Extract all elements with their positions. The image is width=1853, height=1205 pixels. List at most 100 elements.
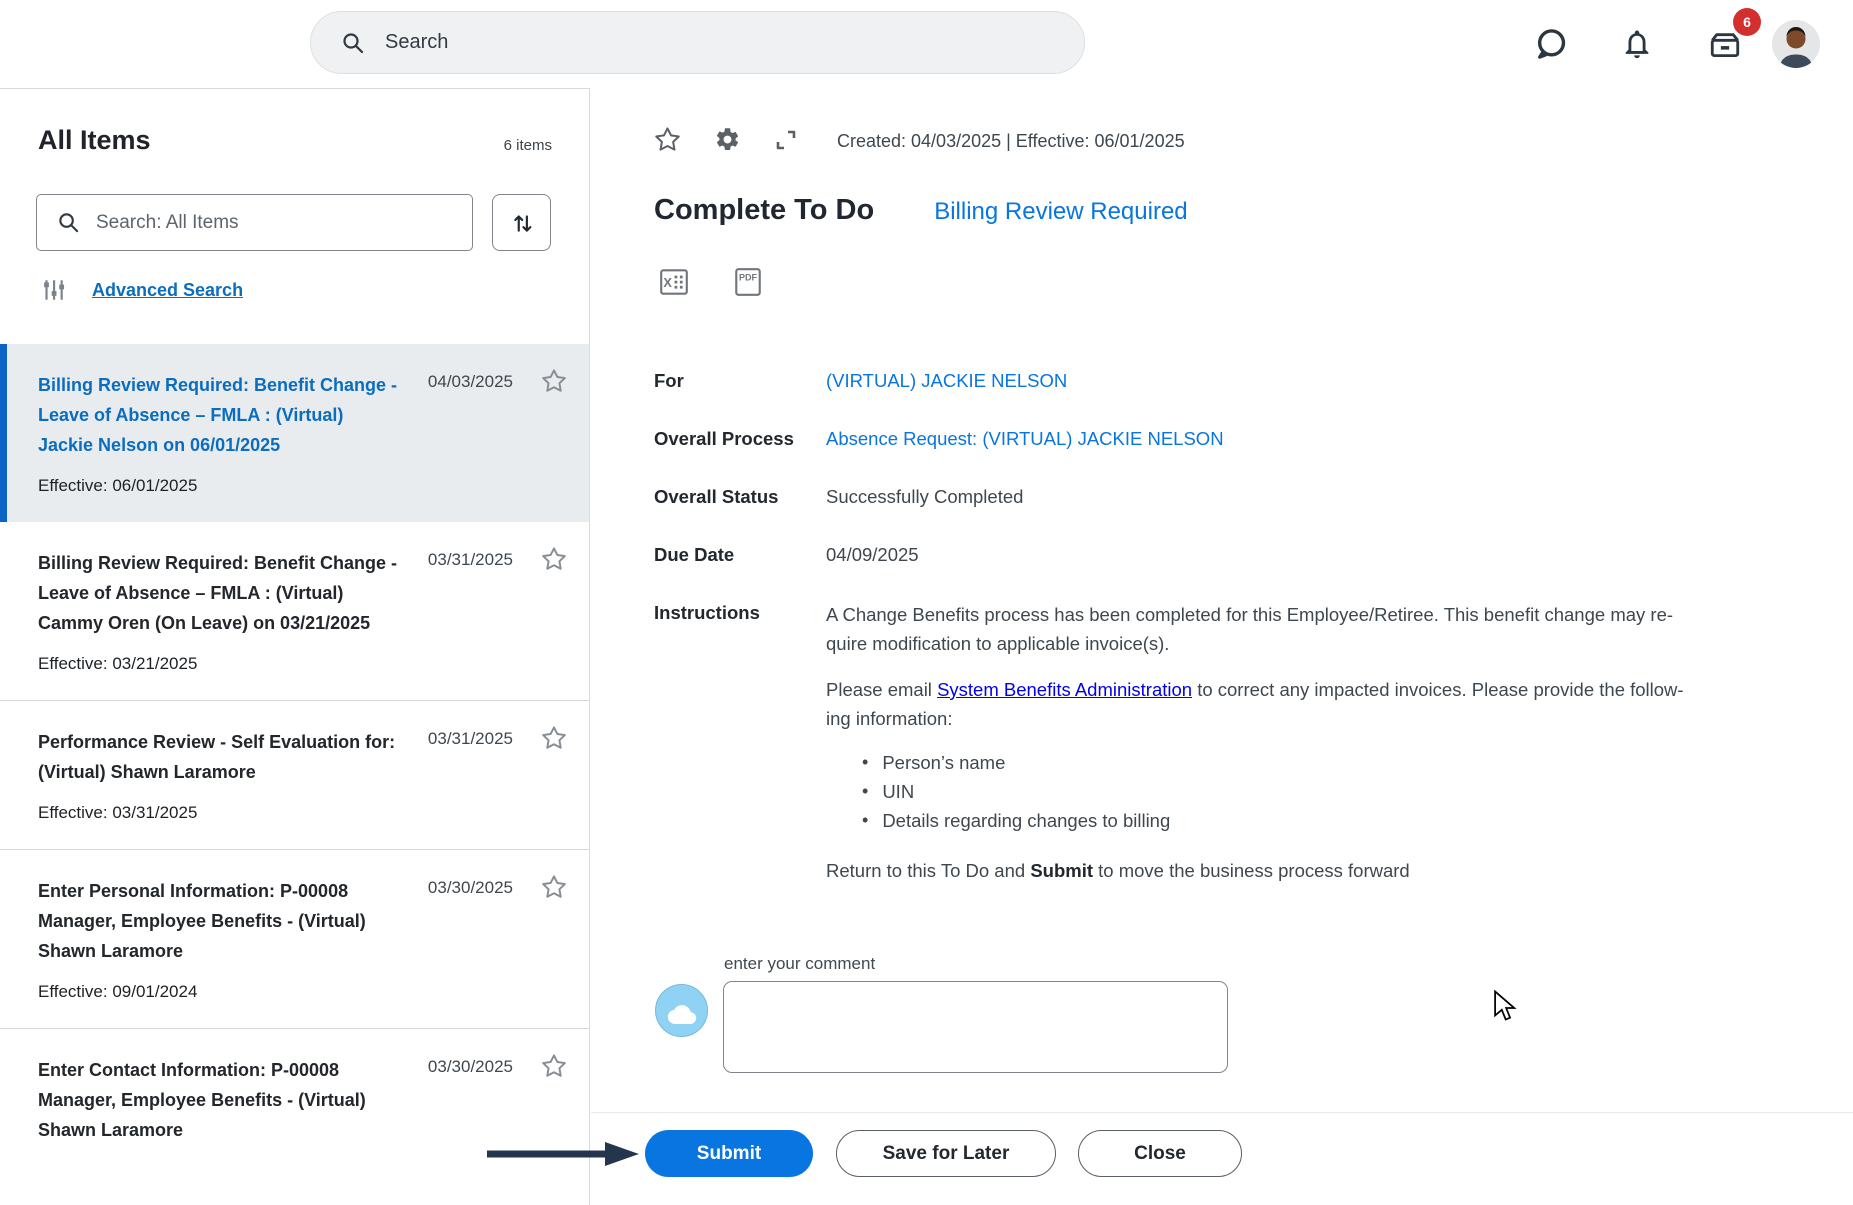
field-label: Instructions <box>654 600 826 885</box>
instructions-paragraph: A Change Benefits process has been compl… <box>826 600 1814 658</box>
global-search-input[interactable] <box>385 31 985 54</box>
text-bold: Submit <box>1030 860 1093 881</box>
profile-avatar[interactable] <box>1772 20 1820 68</box>
footer-divider <box>591 1112 1853 1113</box>
field-label: For <box>654 368 826 394</box>
title-row: Complete To Do Billing Review Required <box>654 194 1188 227</box>
inbox-item-effective: Effective: 06/01/2025 <box>38 474 589 498</box>
sort-arrows-icon <box>509 210 535 236</box>
text: Please email <box>826 679 937 700</box>
mouse-cursor <box>1493 990 1519 1022</box>
inbox-item-list: Billing Review Required: Benefit Change … <box>0 344 589 1169</box>
chat-icon[interactable] <box>1534 27 1568 61</box>
bullet-dot: • <box>862 748 868 777</box>
detail-fields: For (VIRTUAL) JACKIE NELSON Overall Proc… <box>654 368 1814 917</box>
advanced-search: Advanced Search <box>40 277 243 303</box>
items-count: 6 items <box>504 137 552 154</box>
due-date-value: 04/09/2025 <box>826 542 1814 568</box>
sort-button[interactable] <box>492 194 551 251</box>
close-button[interactable]: Close <box>1078 1130 1242 1177</box>
inbox-item-date: 03/31/2025 <box>428 729 513 749</box>
save-for-later-button[interactable]: Save for Later <box>836 1130 1056 1177</box>
for-value-link[interactable]: (VIRTUAL) JACKIE NELSON <box>826 368 1814 394</box>
field-label: Overall Status <box>654 484 826 510</box>
notifications-bell-icon[interactable] <box>1620 27 1654 61</box>
expand-icon[interactable] <box>774 128 798 152</box>
bullet-item: • Person’s name <box>862 748 1814 777</box>
detail-toolbar <box>654 126 831 153</box>
inbox-item-date: 04/03/2025 <box>428 372 513 392</box>
favorite-star-icon[interactable] <box>541 368 567 394</box>
inbox-item[interactable]: Billing Review Required: Benefit Change … <box>0 344 589 522</box>
instructions-paragraph: Please email System Benefits Administrat… <box>826 675 1814 733</box>
sidebar-search[interactable] <box>36 194 473 251</box>
inbox-item-title: Enter Personal Information: P-00008 Mana… <box>38 876 400 966</box>
instructions-bullet-list: • Person’s name • UIN • Details regarding c… <box>862 748 1814 835</box>
inbox-item-effective: Effective: 09/01/2024 <box>38 980 589 1004</box>
inbox-tray-icon[interactable] <box>1707 29 1743 62</box>
submit-button[interactable]: Submit <box>645 1130 813 1177</box>
inbox-item-title: Billing Review Required: Benefit Change … <box>38 548 400 638</box>
inbox-item[interactable]: Performance Review - Self Evaluation for… <box>0 700 589 849</box>
field-label: Overall Process <box>654 426 826 452</box>
task-subtitle-link[interactable]: Billing Review Required <box>934 198 1187 226</box>
global-search[interactable] <box>310 11 1085 74</box>
field-row-for: For (VIRTUAL) JACKIE NELSON <box>654 368 1814 394</box>
bullet-text: Person’s name <box>882 748 1005 777</box>
inbox-item[interactable]: Enter Personal Information: P-00008 Mana… <box>0 849 589 1028</box>
system-benefits-administration-link[interactable]: System Benefits Administration <box>937 679 1192 700</box>
bullet-item: • Details regarding changes to billing <box>862 806 1814 835</box>
inbox-item-effective: Effective: 03/31/2025 <box>38 801 589 825</box>
bullet-dot: • <box>862 806 868 835</box>
advanced-search-link[interactable]: Advanced Search <box>92 280 243 301</box>
cloud-icon <box>667 998 697 1024</box>
inbox-item[interactable]: Billing Review Required: Benefit Change … <box>0 522 589 700</box>
comment-label: enter your comment <box>724 954 875 974</box>
inbox-badge: 6 <box>1733 8 1761 36</box>
bullet-text: UIN <box>882 777 914 806</box>
inbox-item-title: Billing Review Required: Benefit Change … <box>38 370 400 460</box>
export-pdf-icon[interactable] <box>732 266 764 298</box>
inbox-item-effective: Effective: 03/21/2025 <box>38 652 589 676</box>
inbox-sidebar: All Items 6 items Advanced Search Billin… <box>0 88 590 1205</box>
instructions-text: A Change Benefits process has been compl… <box>826 600 1814 885</box>
inbox-item-title: Enter Contact Information: P-00008 Manag… <box>38 1055 400 1145</box>
filter-sliders-icon <box>40 277 66 303</box>
return-instruction: Return to this To Do and Submit to move … <box>826 856 1814 885</box>
export-icons <box>658 266 764 298</box>
search-icon <box>57 211 80 234</box>
inbox-item-date: 03/30/2025 <box>428 1057 513 1077</box>
page-title: Complete To Do <box>654 194 874 227</box>
top-bar: 6 <box>0 0 1853 88</box>
inbox-item-title: Performance Review - Self Evaluation for… <box>38 727 400 787</box>
gear-icon[interactable] <box>714 126 741 153</box>
comment-input[interactable] <box>723 981 1228 1073</box>
field-row-overall-process: Overall Process Absence Request: (VIRTUA… <box>654 426 1814 452</box>
workday-inbox-page: 6 All Items 6 items Advanced Search <box>0 0 1853 1205</box>
favorite-star-icon[interactable] <box>541 546 567 572</box>
comment-avatar <box>655 984 708 1037</box>
text: to move the business process forward <box>1093 860 1410 881</box>
favorite-star-icon[interactable] <box>541 874 567 900</box>
search-icon <box>341 31 365 55</box>
text: Return to this To Do and <box>826 860 1030 881</box>
sidebar-search-input[interactable] <box>96 212 416 234</box>
overall-status-value: Successfully Completed <box>826 484 1814 510</box>
field-row-instructions: Instructions A Change Benefits process h… <box>654 600 1814 885</box>
avatar-photo <box>1772 20 1820 68</box>
field-label: Due Date <box>654 542 826 568</box>
favorite-star-icon[interactable] <box>541 1053 567 1079</box>
favorite-star-icon[interactable] <box>654 126 681 153</box>
overall-process-link[interactable]: Absence Request: (VIRTUAL) JACKIE NELSON <box>826 426 1814 452</box>
inbox-item-date: 03/30/2025 <box>428 878 513 898</box>
bullet-dot: • <box>862 777 868 806</box>
export-excel-icon[interactable] <box>658 266 690 298</box>
bullet-text: Details regarding changes to billing <box>882 806 1170 835</box>
task-detail-panel: Created: 04/03/2025 | Effective: 06/01/2… <box>591 88 1853 1205</box>
favorite-star-icon[interactable] <box>541 725 567 751</box>
field-row-overall-status: Overall Status Successfully Completed <box>654 484 1814 510</box>
field-row-due-date: Due Date 04/09/2025 <box>654 542 1814 568</box>
bullet-item: • UIN <box>862 777 1814 806</box>
annotation-arrow <box>485 1140 641 1168</box>
created-effective-meta: Created: 04/03/2025 | Effective: 06/01/2… <box>837 131 1185 152</box>
